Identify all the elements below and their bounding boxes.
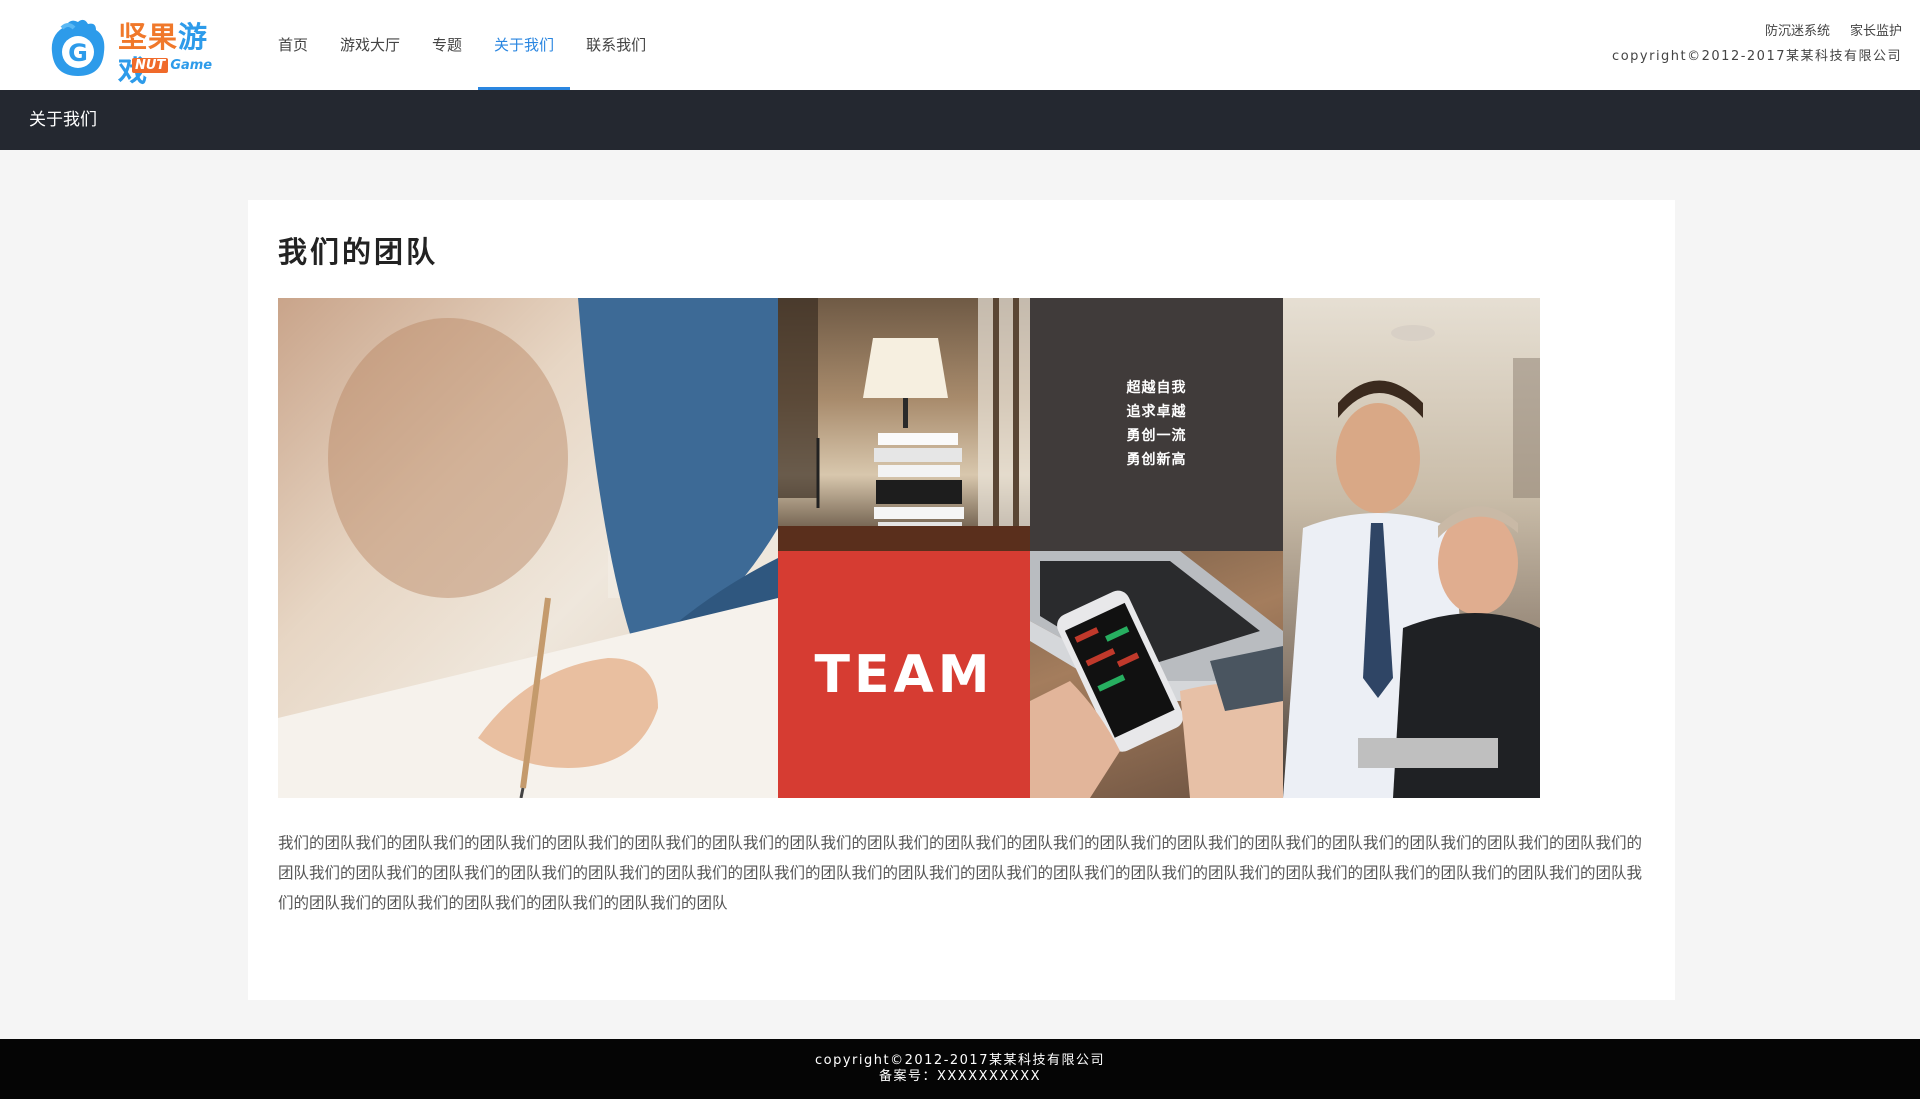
- team-description: 我们的团队我们的团队我们的团队我们的团队我们的团队我们的团队我们的团队我们的团队…: [278, 834, 1643, 912]
- parental-monitoring-link[interactable]: 家长监护: [1850, 24, 1902, 40]
- business-people-image: [1283, 298, 1540, 798]
- logo[interactable]: G 坚果游戏 NUTGame: [48, 12, 228, 88]
- slogan-line: 勇创新高: [1126, 452, 1187, 468]
- writing-hand-illustration: [278, 298, 778, 798]
- footer-copyright: copyright©2012-2017某某科技有限公司: [815, 1053, 1105, 1068]
- business-people-illustration: [1283, 325, 1540, 798]
- section-title: 我们的团队: [278, 235, 439, 269]
- anti-addiction-link[interactable]: 防沉迷系统: [1765, 24, 1830, 40]
- slogan-line: 超越自我: [1126, 380, 1187, 396]
- nav-item-home[interactable]: 首页: [262, 0, 324, 90]
- slogan-tile: 超越自我 追求卓越 勇创一流 勇创新高: [1030, 298, 1283, 551]
- logo-subtitle: NUT Game: [132, 58, 212, 74]
- logo-sub-part2: Game: [170, 58, 213, 73]
- phone-laptop-illustration: [1030, 551, 1283, 798]
- footer: copyright©2012-2017某某科技有限公司 备案号：XXXXXXXX…: [0, 1039, 1920, 1099]
- logo-badge-icon: G: [51, 19, 105, 77]
- team-tile: TEAM: [778, 551, 1030, 798]
- main-nav: 首页 游戏大厅 专题 关于我们 联系我们: [262, 0, 662, 90]
- slogan-line: 追求卓越: [1126, 404, 1187, 420]
- content-card: 我们的团队 超越自我 追求卓越 勇创一流 勇创新高 TEAM 我们的团队我们的团…: [248, 200, 1675, 1000]
- header-copyright: copyright©2012-2017某某科技有限公司: [1612, 49, 1902, 64]
- nav-item-topics[interactable]: 专题: [416, 0, 478, 90]
- page-title-bar: 关于我们: [0, 90, 1920, 150]
- logo-title: 坚果游戏: [118, 20, 228, 88]
- team-collage: 超越自我 追求卓越 勇创一流 勇创新高 TEAM: [278, 298, 1540, 798]
- footer-icp: 备案号：XXXXXXXXXX: [878, 1069, 1042, 1084]
- phone-laptop-image: [1030, 551, 1283, 798]
- nav-item-about-us[interactable]: 关于我们: [478, 0, 571, 90]
- header: G 坚果游戏 NUTGame 首页 游戏大厅 专题 关于我们 联系我们 防沉迷系…: [0, 0, 1920, 90]
- slogan-lines: 超越自我 追求卓越 勇创一流 勇创新高: [1030, 376, 1283, 472]
- nav-item-game-hall[interactable]: 游戏大厅: [324, 0, 416, 90]
- logo-title-part1: 坚果: [118, 20, 179, 54]
- slogan-line: 勇创一流: [1126, 428, 1187, 444]
- team-text: TEAM: [814, 644, 994, 705]
- writing-hand-image: [278, 298, 778, 798]
- nav-item-contact-us[interactable]: 联系我们: [570, 0, 662, 90]
- lamp-books-illustration: [778, 298, 1030, 551]
- page-title: 关于我们: [29, 110, 97, 130]
- lamp-books-image: [778, 298, 1030, 551]
- logo-sub-part1: NUT: [132, 58, 169, 73]
- top-links: 防沉迷系统 家长监护: [1765, 24, 1902, 40]
- svg-text:G: G: [68, 39, 88, 67]
